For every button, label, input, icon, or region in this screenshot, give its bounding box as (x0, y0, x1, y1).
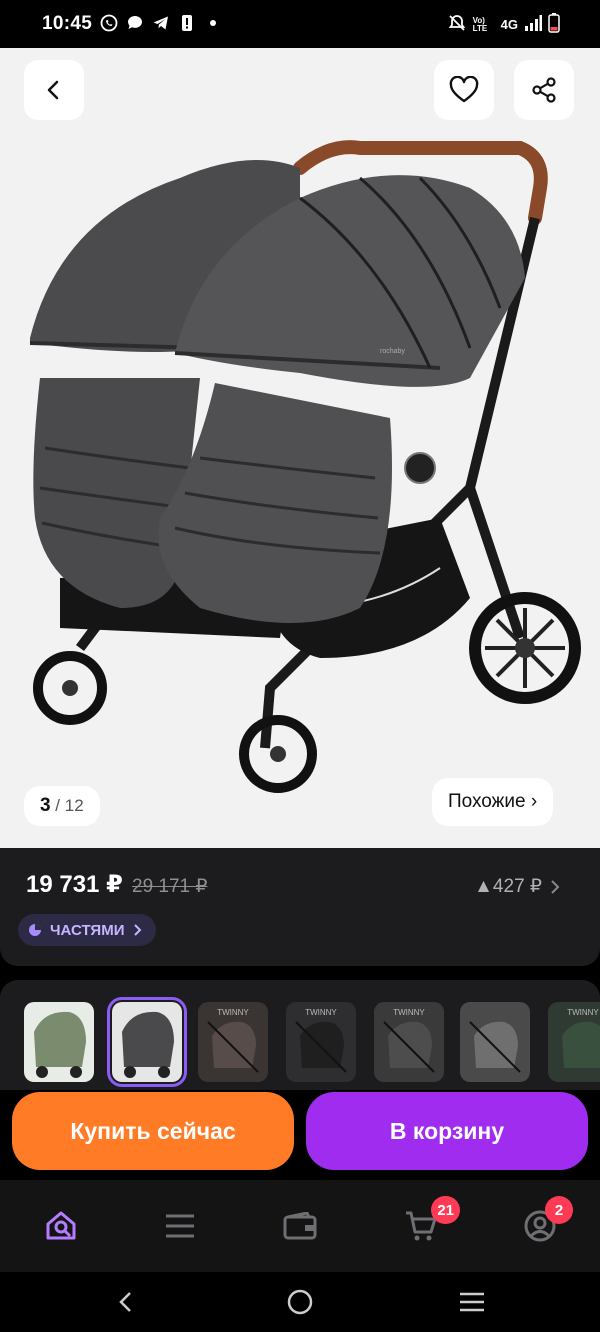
bottom-nav: 21 2 (0, 1180, 600, 1272)
variant-thumb[interactable]: TWINNY (286, 1002, 356, 1082)
share-button[interactable] (514, 60, 574, 120)
nav-home[interactable] (36, 1204, 86, 1248)
dot-icon (204, 14, 222, 32)
cart-badge: 21 (431, 1196, 460, 1224)
similar-label: Похожие › (448, 791, 538, 812)
points-button[interactable]: ▲427 ₽ (474, 875, 562, 898)
system-home-button[interactable] (280, 1286, 320, 1318)
mute-icon (447, 13, 467, 36)
system-back-button[interactable] (106, 1286, 146, 1318)
image-counter-total: 12 (64, 796, 84, 815)
similar-button[interactable]: Похожие › (432, 778, 554, 826)
variant-thumb[interactable] (460, 1002, 530, 1082)
image-counter-current: 3 (40, 795, 51, 816)
circle-icon (287, 1289, 313, 1315)
telegram-icon (152, 14, 170, 32)
stroller-image: rochaby (29, 140, 581, 793)
installments-label: ЧАСТЯМИ (50, 921, 125, 939)
chat-icon (126, 14, 144, 32)
chevron-left-icon (47, 80, 59, 100)
recents-icon (460, 1292, 484, 1312)
nav-cart[interactable]: 21 (396, 1196, 460, 1248)
status-time: 10:45 (42, 13, 93, 34)
nav-profile[interactable]: 2 (515, 1196, 573, 1248)
variant-thumb-selected[interactable] (107, 997, 187, 1087)
battery-icon (548, 13, 560, 36)
home-search-icon (46, 1211, 76, 1240)
chevron-left-icon (119, 1292, 131, 1312)
chevron-right-icon (551, 879, 560, 894)
nav-catalog[interactable] (155, 1204, 205, 1248)
wheel-front-left (33, 651, 107, 725)
nav-wallet[interactable] (275, 1204, 325, 1248)
add-to-cart-label: В корзину (389, 1117, 505, 1144)
notification-icons (100, 14, 222, 32)
image-counter: 3 / 12 (24, 786, 100, 826)
thumb-brand: TWINNY (217, 1008, 249, 1017)
system-recents-button[interactable] (452, 1286, 492, 1318)
favorite-button[interactable] (434, 60, 494, 120)
status-bar: 10:45 Vo) LTE 4G (0, 0, 600, 48)
thumb-brand: TWINNY (567, 1008, 599, 1017)
thumb-brand: TWINNY (305, 1008, 337, 1017)
buy-now-button[interactable]: Купить сейчас (12, 1092, 294, 1170)
wheel-front-right (239, 715, 317, 793)
menu-icon (166, 1214, 194, 1238)
canopy-brand: rochaby (380, 348, 405, 355)
back-button[interactable] (24, 60, 84, 120)
variant-thumb[interactable]: TWINNY (198, 1002, 268, 1082)
volte-label: Vo) LTE (472, 15, 488, 33)
current-price: 19 731 ₽ (26, 871, 123, 898)
system-status: Vo) LTE 4G (447, 13, 560, 36)
variant-thumbnails: TWINNY TWINNY TWINNY TWINNY (0, 980, 600, 1090)
buy-now-label: Купить сейчас (70, 1117, 236, 1144)
share-icon (532, 77, 556, 103)
thumb-brand: TWINNY (393, 1008, 425, 1017)
product-image-gallery[interactable]: rochaby 3 / 12 Похожие › (0, 48, 600, 848)
image-counter-separator: / (50, 796, 65, 815)
points-value: ▲427 ₽ (474, 876, 542, 897)
signal-icon (524, 15, 542, 34)
variant-thumb[interactable] (24, 1002, 94, 1082)
alert-icon (178, 14, 196, 32)
installments-button[interactable]: ЧАСТЯМИ (18, 914, 157, 946)
variant-thumb[interactable]: TWINNY (374, 1002, 444, 1082)
whatsapp-icon (100, 14, 118, 32)
wheel-rear-right (469, 592, 581, 704)
network-label: 4G (500, 17, 518, 32)
system-nav (0, 1272, 600, 1332)
old-price: 29 171 ₽ (132, 876, 208, 897)
profile-badge: 2 (545, 1196, 573, 1224)
pie-chart-icon (29, 924, 41, 936)
add-to-cart-button[interactable]: В корзину (306, 1092, 588, 1170)
chevron-right-icon (134, 924, 142, 936)
heart-icon (449, 76, 479, 103)
price-panel: 19 731 ₽ 29 171 ₽ ▲427 ₽ ЧАСТЯМИ (0, 848, 600, 966)
wallet-icon (283, 1212, 317, 1240)
variant-thumb[interactable]: TWINNY (548, 1002, 600, 1082)
